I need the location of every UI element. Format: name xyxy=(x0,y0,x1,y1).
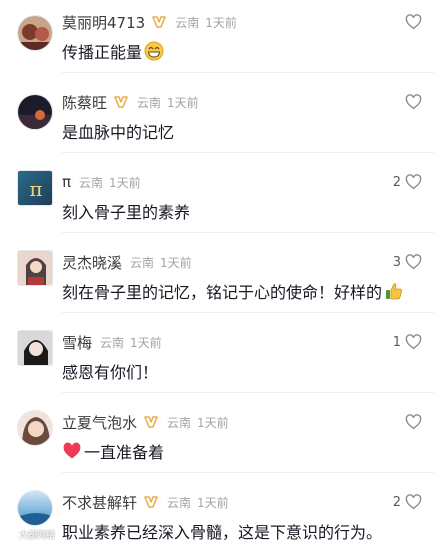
comment-body: 一直准备着 xyxy=(84,443,165,462)
avatar[interactable] xyxy=(17,410,53,446)
comment-body: 是血脉中的记忆 xyxy=(62,123,175,142)
avatar[interactable] xyxy=(17,94,53,130)
comment-item: 雪梅 云南 1天前 1 感恩有你们！ xyxy=(0,330,434,392)
comment-body: 感恩有你们！ xyxy=(62,363,159,382)
comment-time: 1天前 xyxy=(160,255,192,270)
comment-time: 1天前 xyxy=(109,175,141,190)
fan-badge-icon xyxy=(144,496,158,508)
like-button[interactable]: 2 xyxy=(393,172,422,192)
comment-body: 刻在骨子里的记忆，铭记于心的使命！好样的 xyxy=(62,283,383,302)
avatar[interactable] xyxy=(17,490,53,526)
comment-meta: 立夏气泡水 云南 1天前 xyxy=(62,412,229,432)
comment-meta: π 云南 1天前 xyxy=(62,172,141,192)
comment-time: 1天前 xyxy=(205,15,237,30)
comment-meta: 灵杰晓溪 云南 1天前 xyxy=(62,252,192,272)
comment-text: 是血脉中的记忆 xyxy=(62,119,174,143)
like-button[interactable] xyxy=(405,412,422,432)
svg-text:π: π xyxy=(29,177,42,201)
avatar[interactable] xyxy=(17,330,53,366)
comment-body: 职业素养已经深入骨髓，这是下意识的行为。 xyxy=(62,523,383,542)
username[interactable]: 立夏气泡水 xyxy=(62,412,137,433)
comment-location: 云南 xyxy=(175,15,200,30)
fan-badge-icon xyxy=(144,416,158,428)
comment-item: π π 云南 1天前 2 刻入骨子里的素养 xyxy=(0,170,434,232)
comment-meta: 陈蔡旺 云南 1天前 xyxy=(62,92,199,112)
comment-location: 云南 xyxy=(79,175,104,190)
username[interactable]: 莫丽明4713 xyxy=(62,12,145,33)
divider xyxy=(62,72,434,73)
heart-outline-icon[interactable] xyxy=(405,174,422,190)
like-count: 2 xyxy=(392,174,401,190)
avatar[interactable]: π xyxy=(17,170,53,206)
comment-time: 1天前 xyxy=(197,495,229,510)
comment-time: 1天前 xyxy=(167,95,199,110)
comment-location: 云南 xyxy=(130,255,155,270)
like-button[interactable]: 2 xyxy=(393,492,422,512)
divider xyxy=(62,232,434,233)
like-button[interactable] xyxy=(405,12,422,32)
comment-time: 1天前 xyxy=(197,415,229,430)
comment-text: 传播正能量 xyxy=(62,39,164,63)
comment-meta: 不求甚解轩 云南 1天前 xyxy=(62,492,229,512)
comment-body: 刻入骨子里的素养 xyxy=(62,203,191,222)
username[interactable]: 灵杰晓溪 xyxy=(62,252,122,273)
comment-item: 立夏气泡水 云南 1天前 一直准备着 xyxy=(0,410,434,472)
comment-text: 一直准备着 xyxy=(62,439,164,463)
like-button[interactable]: 3 xyxy=(393,252,422,272)
comment-item: 陈蔡旺 云南 1天前 是血脉中的记忆 xyxy=(0,92,434,152)
divider xyxy=(62,152,434,153)
watermark-logo-icon xyxy=(4,528,16,541)
username[interactable]: 雪梅 xyxy=(62,332,92,353)
username[interactable]: π xyxy=(62,173,71,191)
comment-location: 云南 xyxy=(137,95,162,110)
comment-text: 感恩有你们！ xyxy=(62,359,158,383)
like-count: 3 xyxy=(392,254,401,270)
like-button[interactable] xyxy=(405,92,422,112)
heart-outline-icon[interactable] xyxy=(405,254,422,270)
comment-text: 职业素养已经深入骨髓，这是下意识的行为。 xyxy=(62,519,382,543)
heart-outline-icon[interactable] xyxy=(405,334,422,350)
avatar[interactable] xyxy=(17,250,53,286)
heart-outline-icon[interactable] xyxy=(405,414,422,430)
like-count: 2 xyxy=(392,494,401,510)
like-button[interactable]: 1 xyxy=(393,332,422,352)
watermark-text: 大都网络 xyxy=(19,531,56,541)
avatar[interactable] xyxy=(17,15,53,51)
comment-text: 刻入骨子里的素养 xyxy=(62,199,190,223)
heart-outline-icon[interactable] xyxy=(405,94,422,110)
comment-body: 传播正能量 xyxy=(62,43,143,62)
comment-item: 灵杰晓溪 云南 1天前 3 刻在骨子里的记忆，铭记于心的使命！好样的 xyxy=(0,250,434,312)
username[interactable]: 陈蔡旺 xyxy=(62,92,107,113)
comment-meta: 莫丽明4713 云南 1天前 xyxy=(62,12,237,32)
fan-badge-icon xyxy=(152,16,166,28)
comment-location: 云南 xyxy=(167,495,192,510)
heart-outline-icon[interactable] xyxy=(405,14,422,30)
comment-text: 刻在骨子里的记忆，铭记于心的使命！好样的 xyxy=(62,279,404,303)
grin-emoji-icon xyxy=(144,41,164,61)
username[interactable]: 不求甚解轩 xyxy=(62,492,137,513)
fan-badge-icon xyxy=(114,96,128,108)
like-count: 1 xyxy=(392,334,401,350)
red-heart-emoji-icon xyxy=(63,442,81,459)
comment-meta: 雪梅 云南 1天前 xyxy=(62,332,162,352)
comment-location: 云南 xyxy=(100,335,125,350)
comment-time: 1天前 xyxy=(130,335,162,350)
divider xyxy=(62,392,434,393)
divider xyxy=(62,312,434,313)
heart-outline-icon[interactable] xyxy=(405,494,422,510)
watermark: 大都网络 xyxy=(4,528,55,541)
thumbs-up-emoji-icon xyxy=(386,283,403,300)
comment-location: 云南 xyxy=(167,415,192,430)
comment-item: 不求甚解轩 云南 1天前 2 职业素养已经深入骨髓，这是下意识的行为。 xyxy=(0,490,434,545)
divider xyxy=(62,472,434,473)
